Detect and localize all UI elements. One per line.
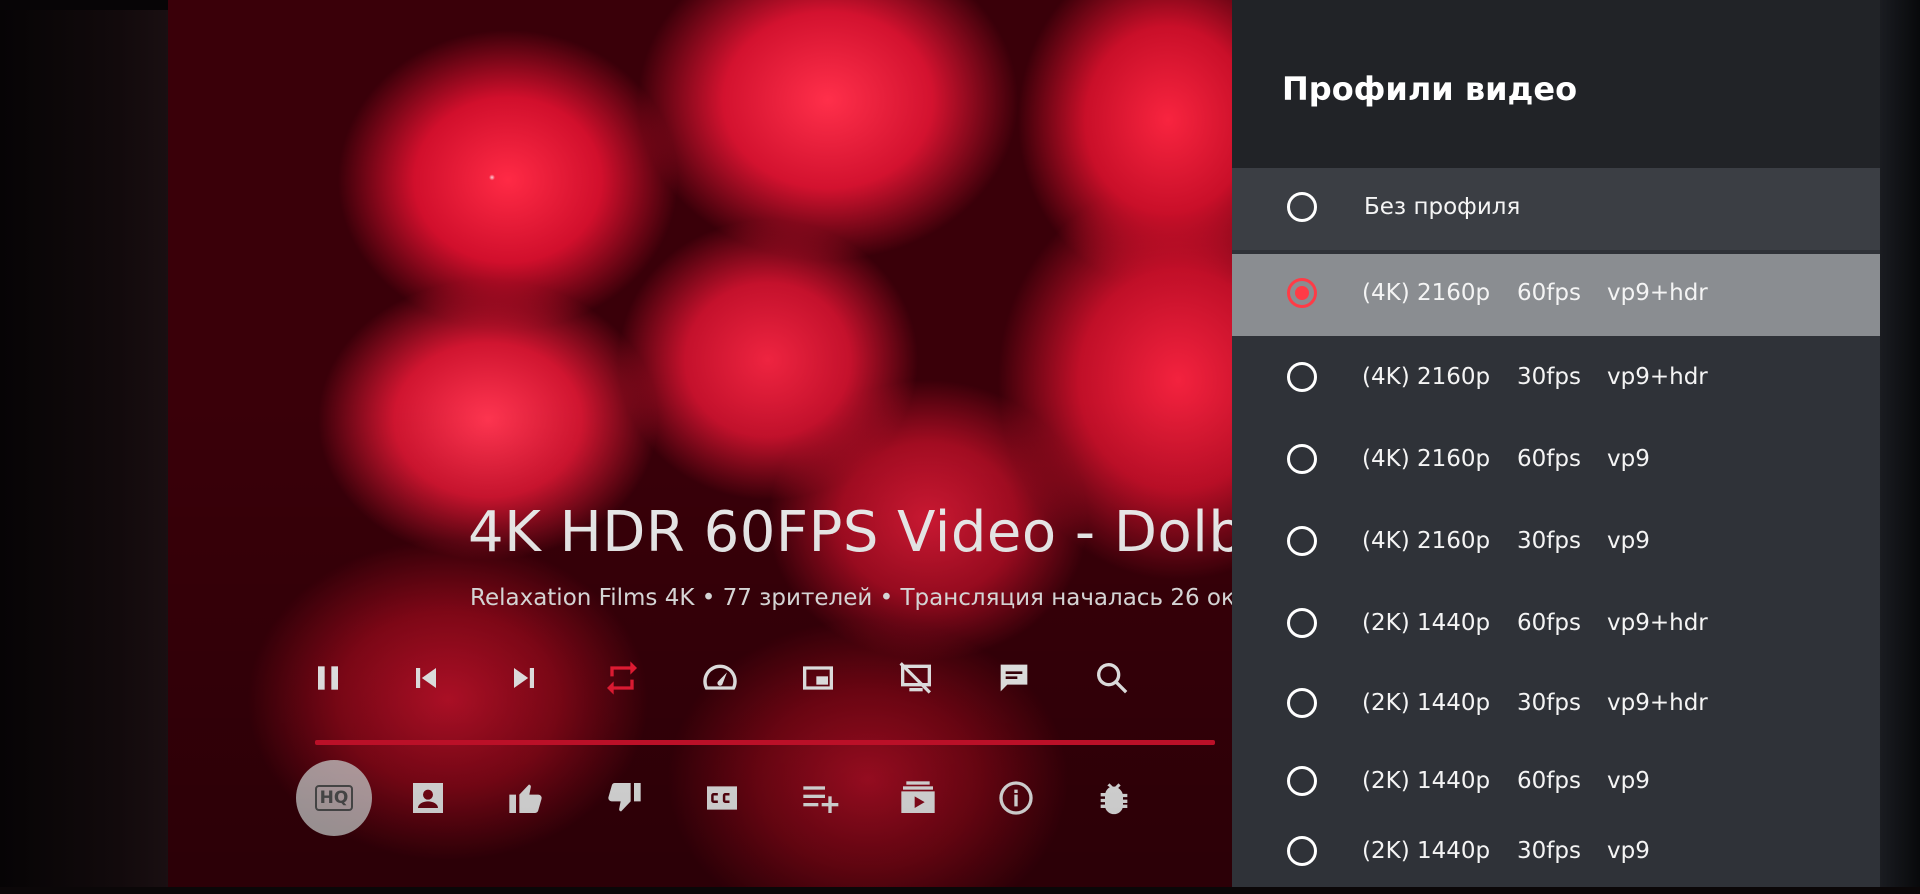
video-quality-button[interactable]: HQ <box>296 760 372 836</box>
repeat-button[interactable] <box>596 652 648 704</box>
dislike-icon <box>608 783 641 812</box>
debug-button[interactable] <box>1088 772 1140 824</box>
option-codec: vp9 <box>1607 446 1650 472</box>
option-fps: 30fps <box>1517 690 1581 716</box>
radio-unchecked-icon <box>1287 766 1317 796</box>
profile-option-none[interactable]: Без профиля <box>1232 168 1880 250</box>
profile-option[interactable]: (4K) 2160p 30fps vp9+hdr <box>1232 338 1880 420</box>
info-button[interactable] <box>990 772 1042 824</box>
option-resolution: (4K) 2160p <box>1362 446 1491 472</box>
pause-icon <box>318 666 338 690</box>
picture-in-picture-button[interactable] <box>792 652 844 704</box>
search-icon <box>1097 663 1128 694</box>
option-codec: vp9 <box>1607 528 1650 554</box>
option-fps: 30fps <box>1517 528 1581 554</box>
debug-icon <box>1100 783 1128 815</box>
chat-button[interactable] <box>988 652 1040 704</box>
subtitles-icon <box>707 786 737 810</box>
screen-off-icon <box>899 662 931 694</box>
tv-bezel-right <box>1880 0 1920 887</box>
option-codec: vp9+hdr <box>1607 610 1708 636</box>
video-title: 4K HDR 60FPS Video - Dolby Vision C <box>468 500 1248 565</box>
option-fps: 30fps <box>1517 838 1581 864</box>
add-to-playlist-button[interactable] <box>794 772 846 824</box>
option-label: (2K) 1440p 60fps vp9+hdr <box>1362 610 1708 636</box>
skip-next-icon <box>514 668 534 688</box>
option-resolution: (4K) 2160p <box>1362 364 1491 390</box>
profile-option[interactable]: (2K) 1440p 30fps vp9+hdr <box>1232 664 1880 746</box>
picture-in-picture-icon <box>803 666 833 690</box>
option-codec: vp9 <box>1607 838 1650 864</box>
radio-unchecked-icon <box>1287 608 1317 638</box>
subscriptions-button[interactable] <box>892 772 944 824</box>
option-codec: vp9+hdr <box>1607 690 1708 716</box>
option-label: (4K) 2160p 60fps vp9 <box>1362 446 1650 472</box>
radio-unchecked-icon <box>1287 362 1317 392</box>
tv-bezel-left <box>0 0 170 887</box>
option-resolution: (2K) 1440p <box>1362 838 1491 864</box>
profile-option[interactable]: (4K) 2160p 60fps vp9+hdr <box>1232 254 1880 336</box>
next-button[interactable] <box>498 652 550 704</box>
option-codec: vp9+hdr <box>1607 364 1708 390</box>
subscriptions-icon <box>901 781 935 813</box>
radio-unchecked-icon <box>1287 444 1317 474</box>
info-icon <box>999 781 1033 815</box>
hq-icon: HQ <box>314 785 354 811</box>
profile-option[interactable]: (4K) 2160p 60fps vp9 <box>1232 420 1880 502</box>
option-resolution: (4K) 2160p <box>1362 528 1491 554</box>
option-label: (4K) 2160p 30fps vp9 <box>1362 528 1650 554</box>
subtitles-button[interactable] <box>696 772 748 824</box>
option-fps: 60fps <box>1517 610 1581 636</box>
option-fps: 60fps <box>1517 446 1581 472</box>
add-to-playlist-icon <box>803 786 839 813</box>
video-profiles-panel: Профили видео Без профиля (4K) 2160p 60fp… <box>1232 0 1880 887</box>
option-fps: 30fps <box>1517 364 1581 390</box>
dislike-button[interactable] <box>598 772 650 824</box>
radio-unchecked-icon <box>1287 836 1317 866</box>
channel-icon <box>413 783 443 813</box>
search-button[interactable] <box>1086 652 1138 704</box>
video-meta: Relaxation Films 4K • 77 зрителей • Тран… <box>470 585 1248 611</box>
like-button[interactable] <box>500 772 552 824</box>
panel-title: Профили видео <box>1282 70 1578 108</box>
repeat-icon <box>607 661 637 695</box>
option-fps: 60fps <box>1517 280 1581 306</box>
profile-option[interactable]: (2K) 1440p 60fps vp9+hdr <box>1232 584 1880 666</box>
option-label: (2K) 1440p 30fps vp9 <box>1362 838 1650 864</box>
radio-unchecked-icon <box>1287 192 1317 222</box>
option-label: (4K) 2160p 60fps vp9+hdr <box>1362 280 1708 306</box>
option-label: (2K) 1440p 30fps vp9+hdr <box>1362 690 1708 716</box>
option-resolution: (2K) 1440p <box>1362 690 1491 716</box>
chat-icon <box>1000 664 1028 692</box>
option-resolution: (2K) 1440p <box>1362 768 1491 794</box>
radio-unchecked-icon <box>1287 526 1317 556</box>
pause-button[interactable] <box>302 652 354 704</box>
radio-checked-icon <box>1287 278 1317 308</box>
radio-unchecked-icon <box>1287 688 1317 718</box>
option-resolution: (4K) 2160p <box>1362 280 1491 306</box>
option-label: (4K) 2160p 30fps vp9+hdr <box>1362 364 1708 390</box>
profile-option[interactable]: (4K) 2160p 30fps vp9 <box>1232 502 1880 584</box>
profile-option[interactable]: (2K) 1440p 30fps vp9 <box>1232 812 1880 894</box>
option-codec: vp9+hdr <box>1607 280 1708 306</box>
previous-button[interactable] <box>400 652 452 704</box>
speed-icon <box>703 664 737 690</box>
panel-header: Профили видео <box>1232 0 1880 168</box>
option-fps: 60fps <box>1517 768 1581 794</box>
channel-button[interactable] <box>402 772 454 824</box>
option-label: (2K) 1440p 60fps vp9 <box>1362 768 1650 794</box>
option-label: Без профиля <box>1364 194 1521 220</box>
playback-speed-button[interactable] <box>694 652 746 704</box>
option-resolution: (2K) 1440p <box>1362 610 1491 636</box>
skip-previous-icon <box>416 668 436 688</box>
video-player[interactable]: 4K HDR 60FPS Video - Dolby Vision C Rela… <box>168 0 1248 887</box>
progress-bar[interactable] <box>315 740 1215 745</box>
screen-off-button[interactable] <box>890 652 942 704</box>
like-icon <box>509 784 542 813</box>
option-codec: vp9 <box>1607 768 1650 794</box>
